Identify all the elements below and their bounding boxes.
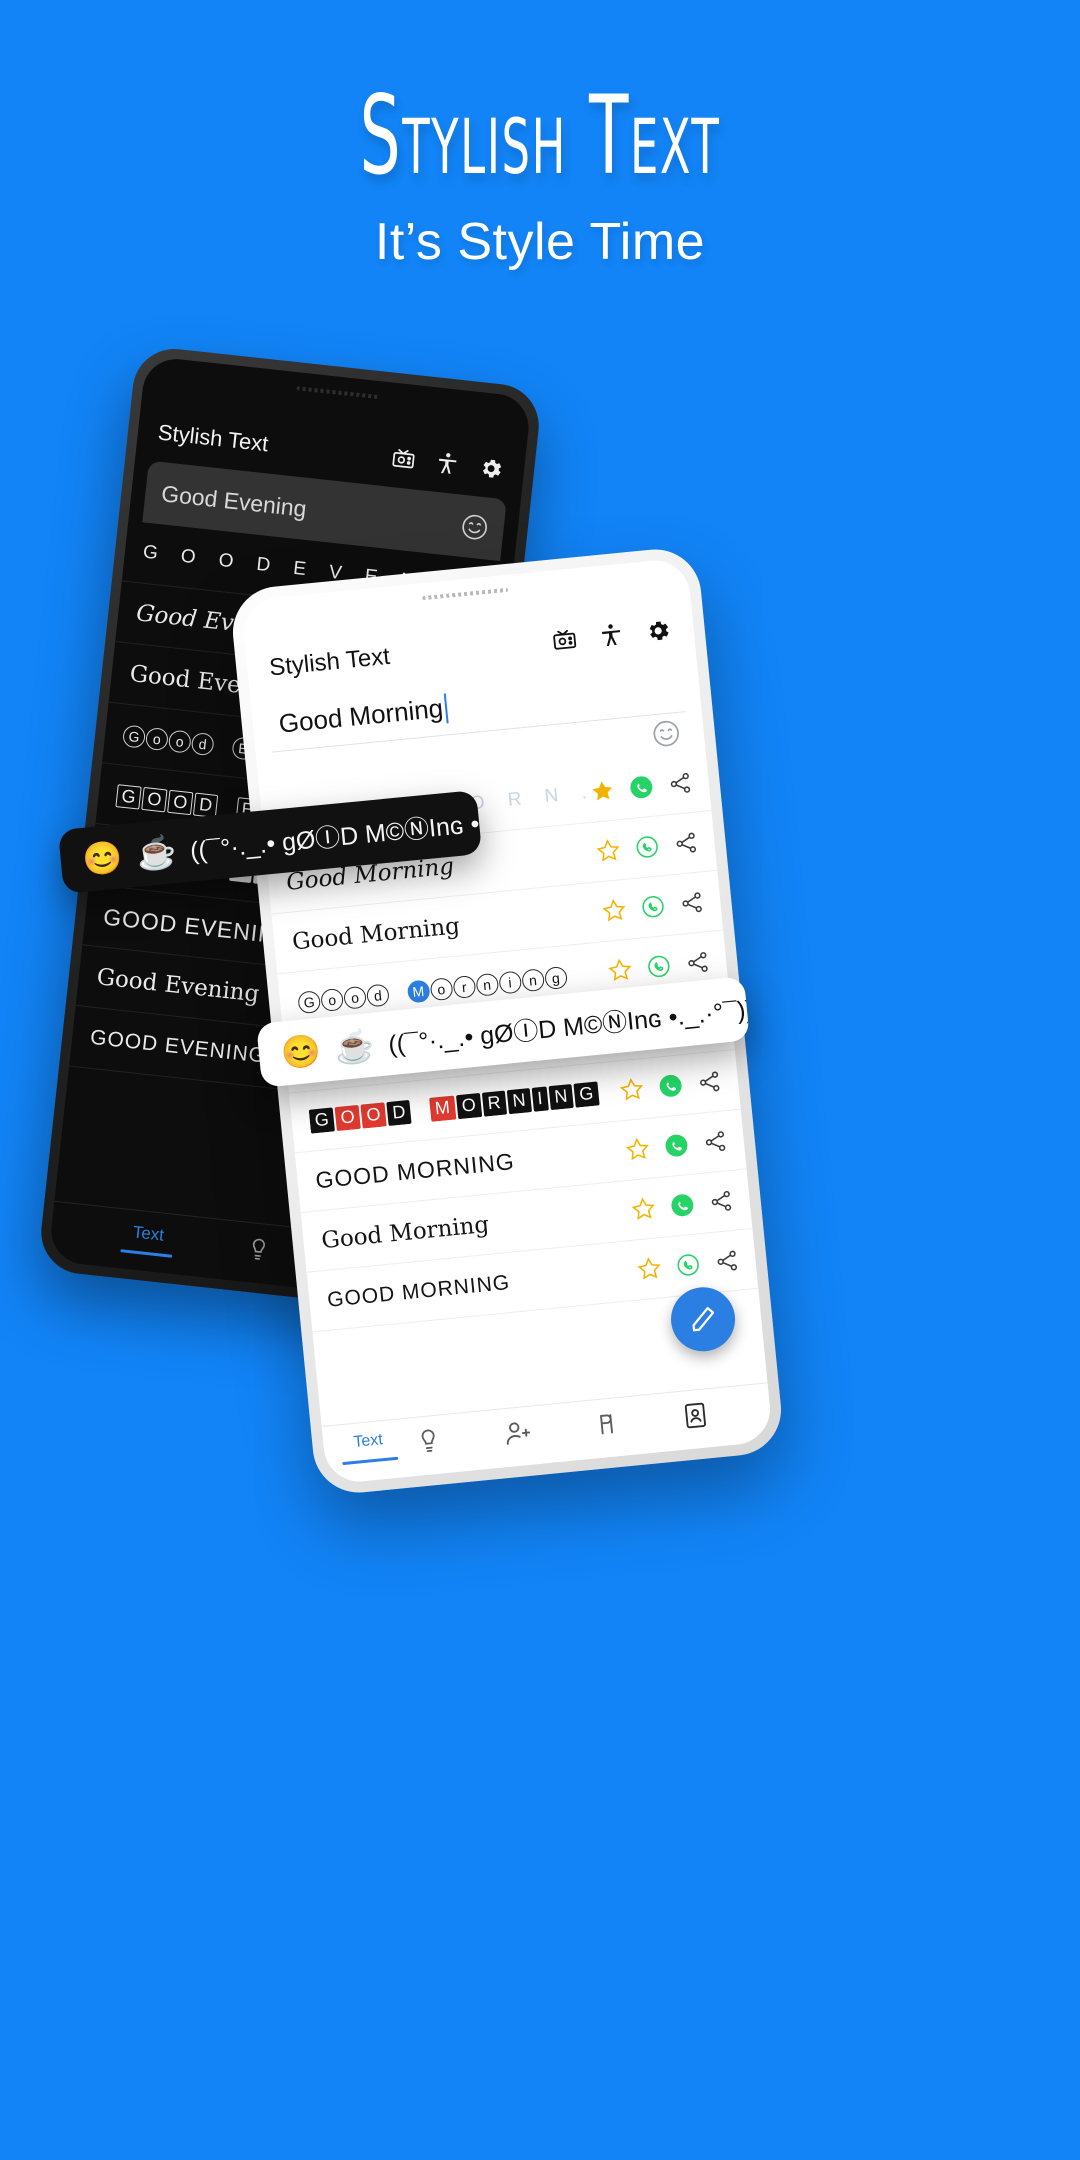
contact-icon (679, 1393, 771, 1432)
share-icon[interactable] (713, 1248, 740, 1275)
accessibility-icon[interactable] (433, 450, 462, 479)
coffee-emoji: ☕ (134, 833, 178, 873)
smiley-icon[interactable] (649, 717, 683, 751)
share-icon[interactable] (696, 1068, 723, 1095)
star-icon[interactable] (618, 1076, 645, 1103)
smiley-icon[interactable] (458, 511, 491, 544)
share-icon[interactable] (707, 1188, 734, 1215)
star-icon[interactable] (606, 957, 633, 984)
tab-text[interactable]: Text (323, 1428, 415, 1467)
dark-app-title: Stylish Text (156, 419, 270, 457)
style-text-plain-caps: GOOD MORNING (326, 1270, 512, 1312)
share-icon[interactable] (678, 889, 705, 916)
star-icon[interactable] (624, 1136, 651, 1163)
gear-icon[interactable] (643, 616, 673, 646)
smiling-face-emoji: 😊 (279, 1031, 323, 1072)
share-icon[interactable] (666, 770, 693, 797)
whatsapp-icon[interactable] (628, 774, 655, 801)
star-icon[interactable] (636, 1255, 663, 1282)
star-icon[interactable] (595, 837, 622, 864)
dark-input-value: Good Evening (160, 479, 308, 522)
star-icon[interactable] (630, 1195, 657, 1222)
tab-contact[interactable] (679, 1393, 771, 1432)
whatsapp-icon[interactable] (669, 1192, 696, 1219)
whatsapp-icon[interactable] (663, 1132, 690, 1159)
dark-tab-text-label: Text (131, 1222, 166, 1245)
earpiece-speaker (422, 587, 509, 601)
light-input-value: Good Morning (277, 692, 445, 739)
phones-stage: Stylish Text Good Evening G O O D E V E … (0, 0, 1080, 2160)
star-icon[interactable] (589, 777, 616, 804)
coffee-emoji: ☕ (332, 1026, 377, 1067)
tab-text[interactable]: Text (50, 1214, 246, 1266)
text-caret (443, 692, 449, 723)
tab-active-indicator (342, 1456, 399, 1466)
symbols-icon (590, 1402, 682, 1441)
art-icon (412, 1419, 504, 1458)
share-icon[interactable] (672, 830, 699, 857)
style-text-plain-caps: GOOD EVENING (89, 1025, 268, 1068)
accessibility-icon[interactable] (597, 620, 627, 650)
tv-icon[interactable] (550, 625, 580, 655)
tab-person[interactable] (501, 1411, 593, 1450)
whatsapp-icon[interactable] (675, 1251, 702, 1278)
tv-icon[interactable] (389, 445, 418, 474)
tab-symbols[interactable] (590, 1402, 682, 1441)
person-icon (501, 1411, 593, 1450)
light-tab-text-label: Text (352, 1431, 384, 1451)
whatsapp-icon[interactable] (639, 893, 666, 920)
star-icon[interactable] (601, 897, 628, 924)
style-text-fraktur: Good Evening (95, 964, 261, 1008)
share-icon[interactable] (702, 1128, 729, 1155)
tab-art[interactable] (412, 1419, 504, 1458)
share-icon[interactable] (684, 949, 711, 976)
smiling-face-emoji: 😊 (81, 838, 125, 878)
whatsapp-icon[interactable] (634, 833, 661, 860)
tab-active-indicator (120, 1249, 173, 1258)
pencil-icon (687, 1303, 720, 1336)
whatsapp-icon[interactable] (645, 953, 672, 980)
gear-icon[interactable] (477, 454, 506, 483)
whatsapp-icon[interactable] (657, 1072, 684, 1099)
earpiece-speaker (296, 386, 379, 399)
